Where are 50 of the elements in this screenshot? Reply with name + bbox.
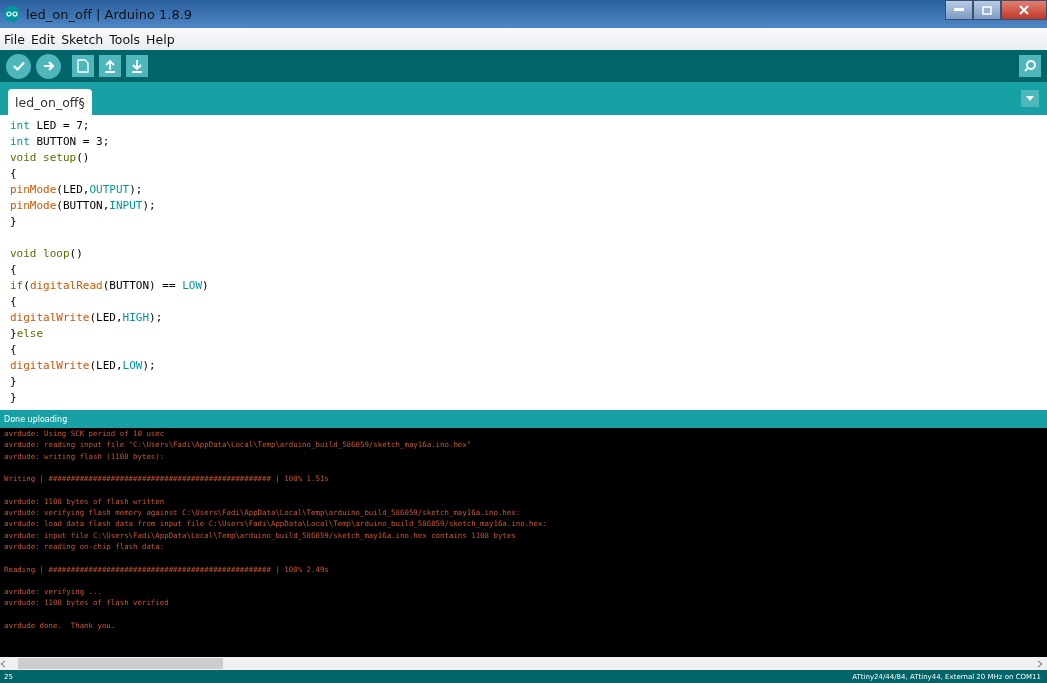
serial-monitor-button[interactable] bbox=[1019, 55, 1041, 77]
status-text: Done uploading bbox=[4, 414, 68, 424]
chevron-right-icon bbox=[1037, 659, 1043, 668]
close-icon bbox=[1019, 5, 1029, 15]
code-line: int LED = 7; bbox=[10, 118, 91, 134]
minimize-icon bbox=[954, 8, 964, 12]
code-line: pinMode(LED,OUTPUT); bbox=[10, 182, 144, 198]
code-line: { bbox=[10, 262, 18, 278]
arrow-right-icon bbox=[42, 60, 55, 72]
code-line: void loop() bbox=[10, 246, 84, 262]
open-button[interactable] bbox=[99, 55, 121, 77]
save-button[interactable] bbox=[126, 55, 148, 77]
maximize-button[interactable] bbox=[973, 0, 1001, 20]
magnifier-icon bbox=[1023, 59, 1037, 73]
chevron-left-icon bbox=[0, 659, 6, 668]
arrow-up-icon bbox=[104, 59, 116, 73]
window-title: led_on_off | Arduino 1.8.9 bbox=[26, 6, 193, 22]
code-line: } bbox=[10, 390, 18, 406]
file-tab[interactable]: led_on_off§ bbox=[8, 89, 92, 115]
menu-item[interactable]: File bbox=[4, 31, 25, 47]
new-button[interactable] bbox=[72, 55, 94, 77]
upload-button[interactable] bbox=[36, 53, 61, 79]
document-icon bbox=[77, 59, 89, 73]
caret-down-icon bbox=[1026, 96, 1034, 101]
close-button[interactable] bbox=[1001, 0, 1047, 20]
code-line: int BUTTON = 3; bbox=[10, 134, 111, 150]
minimize-button[interactable] bbox=[945, 0, 973, 20]
checkmark-icon bbox=[11, 59, 26, 73]
code-line: digitalWrite(LED,LOW); bbox=[10, 358, 157, 374]
code-line: { bbox=[10, 294, 18, 310]
code-line: } bbox=[10, 374, 18, 390]
maximize-icon bbox=[982, 5, 992, 15]
code-line: pinMode(BUTTON,INPUT); bbox=[10, 198, 157, 214]
code-line: { bbox=[10, 342, 18, 358]
code-line: } bbox=[10, 214, 18, 230]
menu-item[interactable]: Edit bbox=[30, 31, 56, 47]
menu-item[interactable]: Tools bbox=[109, 31, 141, 47]
scrollbar-thumb[interactable] bbox=[18, 658, 223, 669]
menu-item[interactable]: Help bbox=[146, 31, 175, 47]
code-line: void setup() bbox=[10, 150, 91, 166]
verify-button[interactable] bbox=[6, 53, 31, 79]
code-line: }else bbox=[10, 326, 45, 342]
horizontal-scrollbar[interactable] bbox=[0, 657, 1047, 670]
code-line: digitalWrite(LED,HIGH); bbox=[10, 310, 164, 326]
menu-item[interactable]: Sketch bbox=[61, 31, 104, 47]
code-line: if(digitalRead(BUTTON) == LOW) bbox=[10, 278, 210, 294]
arrow-down-icon bbox=[131, 59, 143, 73]
infinity-logo-icon bbox=[4, 6, 20, 22]
tab-menu-button[interactable] bbox=[1021, 90, 1039, 107]
code-line: { bbox=[10, 166, 18, 182]
